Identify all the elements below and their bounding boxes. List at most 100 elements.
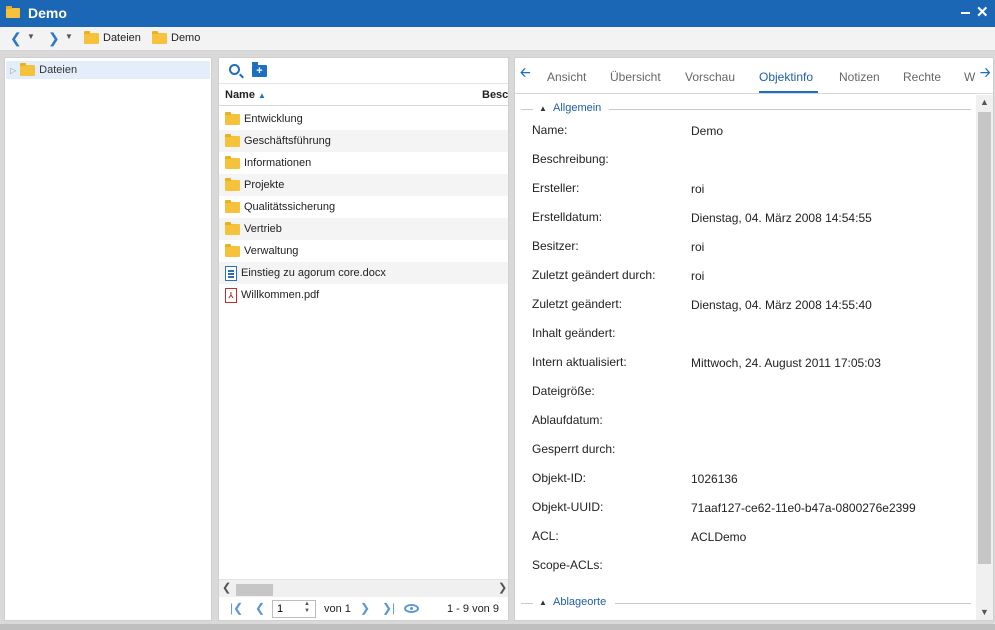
- section-allgemein[interactable]: ▲ Allgemein: [521, 102, 971, 115]
- file-toolbar: +: [219, 58, 508, 84]
- file-name: Geschäftsführung: [244, 135, 331, 147]
- file-row-willkommen-pdf[interactable]: ⅄ Willkommen.pdf: [219, 284, 508, 306]
- back-history-dropdown-icon[interactable]: ▼: [27, 32, 35, 41]
- tab-objektinfo[interactable]: Objektinfo: [759, 70, 813, 84]
- collapse-triangle-icon[interactable]: ▲: [539, 598, 547, 607]
- prop-label-beschreibung: Beschreibung:: [532, 152, 609, 166]
- tab-ansicht[interactable]: Ansicht: [547, 70, 586, 84]
- prop-label-inhalt-geaendert: Inhalt geändert:: [532, 326, 616, 340]
- folder-icon: [84, 30, 99, 44]
- title-bar: Demo ✕: [0, 0, 995, 27]
- prop-value-objekt-uuid: 71aaf127-ce62-11e0-b47a-0800276e2399: [691, 501, 916, 515]
- file-list-panel: + Name▲ Besch Entwicklung Geschäftsführu…: [218, 57, 509, 621]
- file-row-projekte[interactable]: Projekte: [219, 174, 508, 196]
- first-page-icon[interactable]: |❮: [230, 601, 243, 615]
- tab-scroll-left-icon[interactable]: 🡠: [520, 64, 531, 86]
- forward-arrow-icon[interactable]: ❯: [48, 30, 60, 47]
- column-header-description[interactable]: Besch: [482, 89, 508, 101]
- file-name: Informationen: [244, 157, 312, 169]
- file-row-einstieg-docx[interactable]: Einstieg zu agorum core.docx: [219, 262, 508, 284]
- tab-bar: 🡠 Ansicht Übersicht Vorschau Objektinfo …: [515, 58, 993, 94]
- file-row-entwicklung[interactable]: Entwicklung: [219, 108, 508, 130]
- horizontal-scrollbar[interactable]: ❮ ❯: [219, 579, 508, 597]
- new-folder-icon[interactable]: +: [252, 62, 267, 77]
- tab-rechte[interactable]: Rechte: [903, 70, 941, 84]
- tab-scroll-right-icon[interactable]: 🡢: [980, 64, 991, 86]
- page-total-label: von 1: [324, 603, 351, 615]
- tree-item-dateien[interactable]: ▷ Dateien: [6, 61, 210, 79]
- folder-icon: [152, 30, 167, 44]
- prop-label-ersteller: Ersteller:: [532, 181, 580, 195]
- scroll-left-icon[interactable]: ❮: [222, 581, 231, 594]
- scrollbar-thumb[interactable]: [978, 112, 991, 564]
- navigation-bar: ❮ ▼ ❯ ▼ Dateien Demo: [0, 27, 995, 51]
- expand-arrow-icon[interactable]: ▷: [10, 66, 16, 75]
- folder-icon: [225, 155, 240, 169]
- scrollbar-thumb[interactable]: [236, 584, 273, 596]
- prop-label-objekt-id: Objekt-ID:: [532, 471, 587, 485]
- tab-notizen[interactable]: Notizen: [839, 70, 880, 84]
- breadcrumb-label: Demo: [171, 32, 201, 44]
- prop-label-scope-acls: Scope-ACLs:: [532, 558, 603, 572]
- vertical-scrollbar[interactable]: ▲ ▼: [976, 95, 993, 620]
- prop-label-zuletzt-geaendert: Zuletzt geändert:: [532, 297, 623, 311]
- prop-label-objekt-uuid: Objekt-UUID:: [532, 500, 604, 514]
- prop-label-besitzer: Besitzer:: [532, 239, 579, 253]
- object-detail-panel: 🡠 Ansicht Übersicht Vorschau Objektinfo …: [514, 57, 994, 621]
- prop-label-intern-aktualisiert: Intern aktualisiert:: [532, 355, 627, 369]
- file-name: Vertrieb: [244, 223, 282, 235]
- column-header-name[interactable]: Name ▲: [225, 89, 266, 101]
- forward-history-dropdown-icon[interactable]: ▼: [65, 32, 73, 41]
- tab-w[interactable]: W: [964, 70, 975, 84]
- prop-value-zuletzt-geaendert-durch: roi: [691, 269, 705, 283]
- next-page-icon[interactable]: ❯: [360, 601, 370, 615]
- file-name: Willkommen.pdf: [241, 289, 320, 301]
- file-row-vertrieb[interactable]: Vertrieb: [219, 218, 508, 240]
- prop-label-name: Name:: [532, 123, 568, 137]
- window-title: Demo: [28, 5, 67, 21]
- prop-label-gesperrt-durch: Gesperrt durch:: [532, 442, 616, 456]
- folder-icon: [225, 177, 240, 191]
- prop-value-intern-aktualisiert: Mittwoch, 24. August 2011 17:05:03: [691, 356, 881, 370]
- pagination-bar: |❮ ❮ ▲▼ von 1 ❯ ❯| 1 - 9 von 9: [219, 598, 508, 620]
- file-row-verwaltung[interactable]: Verwaltung: [219, 240, 508, 262]
- prop-value-besitzer: roi: [691, 240, 705, 254]
- file-row-qualitaetssicherung[interactable]: Qualitätssicherung: [219, 196, 508, 218]
- status-bar: [0, 624, 995, 630]
- previous-page-icon[interactable]: ❮: [255, 601, 265, 615]
- file-row-informationen[interactable]: Informationen: [219, 152, 508, 174]
- folder-icon: [225, 111, 240, 125]
- tree-item-label: Dateien: [39, 64, 78, 76]
- prop-label-acl: ACL:: [532, 529, 559, 543]
- eye-icon[interactable]: [404, 604, 419, 613]
- page-spinner-icon[interactable]: ▲ ▼: [304, 601, 310, 615]
- prop-label-erstelldatum: Erstelldatum:: [532, 210, 603, 224]
- section-title: Ablageorte: [553, 596, 607, 608]
- file-row-geschaeftsfuehrung[interactable]: Geschäftsführung: [219, 130, 508, 152]
- collapse-triangle-icon[interactable]: ▲: [539, 104, 547, 113]
- last-page-icon[interactable]: ❯|: [382, 601, 395, 615]
- scroll-right-icon[interactable]: ❯: [498, 581, 507, 594]
- scroll-down-icon[interactable]: ▼: [980, 607, 989, 617]
- back-arrow-icon[interactable]: ❮: [10, 30, 22, 47]
- tab-vorschau[interactable]: Vorschau: [685, 70, 735, 84]
- search-icon[interactable]: [229, 64, 240, 75]
- tab-uebersicht[interactable]: Übersicht: [610, 70, 661, 84]
- file-name: Entwicklung: [244, 113, 303, 125]
- file-name: Projekte: [244, 179, 285, 191]
- file-list-header: Name▲ Besch: [219, 84, 508, 106]
- breadcrumb-dateien[interactable]: Dateien: [84, 30, 141, 44]
- prop-value-ersteller: roi: [691, 182, 705, 196]
- prop-value-name: Demo: [691, 124, 724, 138]
- file-name: Einstieg zu agorum core.docx: [241, 267, 386, 279]
- scroll-up-icon[interactable]: ▲: [980, 97, 989, 107]
- prop-label-ablaufdatum: Ablaufdatum:: [532, 413, 603, 427]
- pdf-document-icon: ⅄: [225, 287, 237, 303]
- minimize-icon[interactable]: [961, 12, 970, 14]
- section-ablageorte[interactable]: ▲ Ablageorte: [521, 596, 971, 609]
- file-name: Verwaltung: [244, 245, 299, 257]
- file-list: Entwicklung Geschäftsführung Information…: [219, 108, 508, 306]
- close-icon[interactable]: ✕: [976, 3, 989, 23]
- folder-icon: [225, 133, 240, 147]
- breadcrumb-demo[interactable]: Demo: [152, 30, 201, 44]
